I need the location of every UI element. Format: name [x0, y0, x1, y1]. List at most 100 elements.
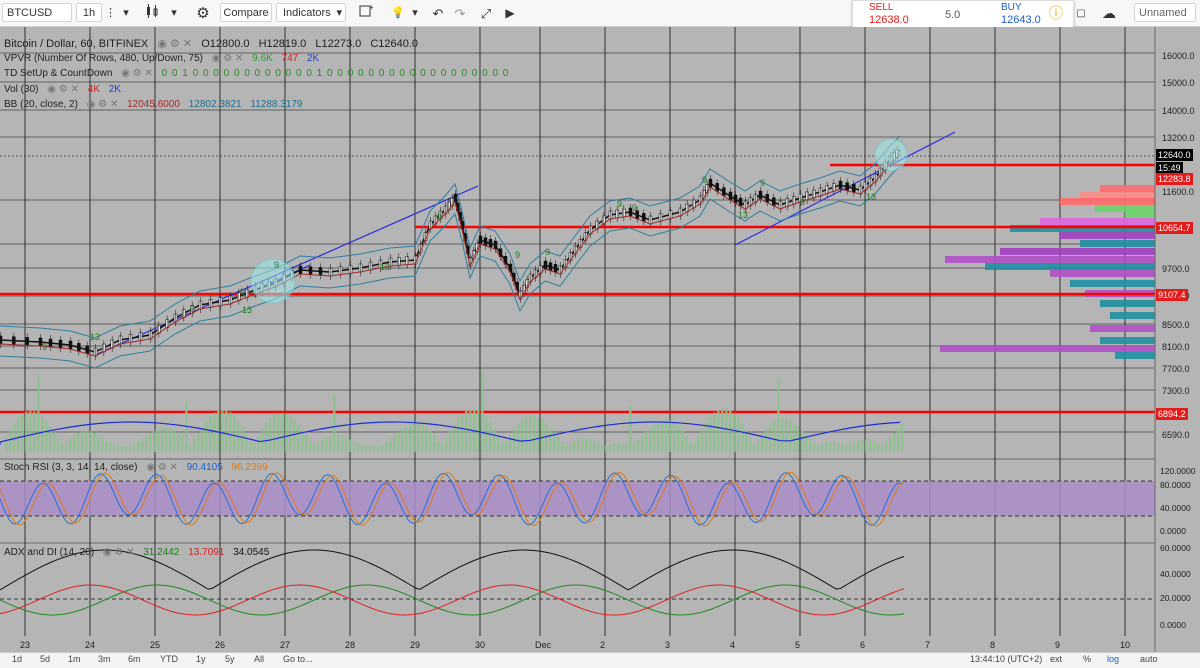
candle-style-icon[interactable]: [142, 3, 162, 22]
td-count-label: 13: [380, 262, 390, 272]
interval-dropdown-icon[interactable]: ▾: [120, 3, 132, 22]
range-1y[interactable]: 1y: [196, 654, 206, 664]
volume-bar: [713, 412, 716, 452]
top-toolbar: BTCUSD 1h ⋮ ▾ ▾ ⚙ Compare Indicators ▾ + …: [0, 0, 1200, 38]
volume-bar: [865, 439, 868, 452]
price-tag-level-3: 9107.4: [1156, 289, 1188, 301]
series-title: Bitcoin / Dollar, 60, BITFINEX: [4, 38, 149, 50]
bb-controls-icon[interactable]: ◉ ⚙ ✕: [87, 99, 119, 110]
indicators-button[interactable]: Indicators ▾: [276, 3, 346, 22]
sell-button[interactable]: 12638.0: [869, 14, 909, 26]
main-series-legend: Bitcoin / Dollar, 60, BITFINEX ◉ ⚙ ✕ O12…: [4, 37, 424, 50]
range-5y[interactable]: 5y: [225, 654, 235, 664]
volume-bar: [773, 420, 776, 452]
volume-bar: [229, 412, 232, 452]
volume-bar: [217, 410, 220, 452]
volume-bar: [597, 442, 600, 452]
ext-toggle[interactable]: ext: [1050, 654, 1062, 664]
compare-button[interactable]: Compare: [220, 3, 272, 22]
volume-bar: [17, 418, 20, 452]
volume-bar: [353, 441, 356, 452]
ideas-dropdown-icon[interactable]: ▾: [410, 3, 420, 22]
vpvr-bar: [1100, 300, 1155, 307]
td-legend: TD SetUp & CountDown ◉ ⚙ ✕ 0 0 1 0 0 0 0…: [4, 68, 515, 79]
chevron-down-icon: ▾: [336, 7, 342, 19]
volume-bar: [661, 420, 664, 452]
volume-bar: [577, 438, 580, 452]
percent-toggle[interactable]: %: [1083, 654, 1091, 664]
volume-bar: [653, 424, 656, 452]
volume-bar: [241, 427, 244, 452]
volume-bar: [461, 414, 464, 452]
volume-bar: [313, 444, 316, 452]
vpvr-controls-icon[interactable]: ◉ ⚙ ✕: [212, 53, 244, 64]
volume-bar: [581, 438, 584, 452]
range-ytd[interactable]: YTD: [160, 654, 178, 664]
auto-toggle[interactable]: auto: [1140, 654, 1158, 664]
goto-button[interactable]: Go to...: [283, 654, 313, 664]
price-axis-label: 13200.0: [1162, 133, 1195, 143]
time-axis-label: 29: [410, 640, 420, 650]
volume-bar: [117, 445, 120, 452]
buy-button[interactable]: 12643.0: [1001, 14, 1041, 26]
range-6m[interactable]: 6m: [128, 654, 141, 664]
symbol-search-input[interactable]: BTCUSD: [2, 3, 72, 22]
range-all[interactable]: All: [254, 654, 264, 664]
volume-bar: [253, 442, 256, 452]
price-axis-label: 7300.0: [1162, 386, 1190, 396]
legend-controls-icon[interactable]: ◉ ⚙ ✕: [157, 38, 192, 50]
td-count-label: 9: [437, 212, 442, 222]
interval-button[interactable]: 1h: [76, 3, 102, 22]
info-icon[interactable]: ⓘ: [1046, 3, 1066, 22]
volume-bar: [337, 434, 340, 452]
trade-panel: SELL 12638.0 5.0 BUY 12643.0: [852, 0, 1074, 30]
td-count-label: 9: [515, 250, 520, 260]
td-count-label: 9: [240, 287, 245, 297]
legend-high: H12819.0: [258, 38, 307, 50]
layout-name-button[interactable]: Unnamed ▾: [1134, 3, 1196, 38]
volume-bar: [41, 416, 44, 452]
volume-bar: [669, 420, 672, 452]
stoch-name: Stoch RSI (3, 3, 14, 14, close): [4, 462, 138, 473]
volume-bar: [257, 435, 260, 452]
fullscreen-icon[interactable]: ⤢: [476, 3, 496, 22]
range-5d[interactable]: 5d: [40, 654, 50, 664]
stoch-controls-icon[interactable]: ◉ ⚙ ✕: [146, 462, 178, 473]
redo-icon[interactable]: ↷: [450, 3, 470, 22]
alert-add-icon[interactable]: +: [356, 3, 378, 22]
volume-bar: [333, 394, 336, 452]
range-1d[interactable]: 1d: [12, 654, 22, 664]
log-toggle[interactable]: log: [1107, 654, 1119, 664]
volume-bar: [145, 436, 148, 452]
vpvr-bar: [1090, 325, 1155, 332]
interval-menu-icon[interactable]: ⋮: [104, 3, 116, 22]
volume-bar: [897, 428, 900, 452]
play-icon[interactable]: ▶: [500, 3, 520, 22]
cloud-icon[interactable]: ☁: [1098, 3, 1120, 22]
volume-bar: [109, 441, 112, 452]
grid-small-icon[interactable]: ▢: [1074, 3, 1088, 22]
style-dropdown-icon[interactable]: ▾: [168, 3, 180, 22]
volume-bar: [401, 428, 404, 452]
undo-icon[interactable]: ↶: [428, 3, 448, 22]
volume-bar: [877, 444, 880, 452]
volume-bar: [813, 443, 816, 452]
volume-bar: [37, 373, 40, 452]
volume-bar: [97, 434, 100, 452]
lightbulb-icon[interactable]: 💡: [388, 3, 408, 22]
range-1m[interactable]: 1m: [68, 654, 81, 664]
volume-bar: [33, 411, 36, 452]
volume-bar: [609, 444, 612, 452]
gear-icon[interactable]: ⚙: [192, 3, 214, 22]
adx-controls-icon[interactable]: ◉ ⚙ ✕: [103, 547, 135, 558]
volume-bar: [321, 439, 324, 452]
chart-canvas[interactable]: 91399139 1399 99 991399 1316000.015000.01400…: [0, 27, 1200, 652]
td-controls-icon[interactable]: ◉ ⚙ ✕: [121, 68, 153, 79]
vol-controls-icon[interactable]: ◉ ⚙ ✕: [47, 84, 79, 95]
vol-legend: Vol (30) ◉ ⚙ ✕ 4K 2K: [4, 84, 127, 95]
range-3m[interactable]: 3m: [98, 654, 111, 664]
adx-v2: 13.7091: [188, 547, 225, 558]
vol-name: Vol (30): [4, 84, 39, 95]
chart-area[interactable]: 9 13 9 9 13 9 13 9 9 9 9 9 9 13 9 9 13 16000.0 15000.0 1400…: [0, 27, 1200, 652]
volume-bar: [25, 411, 28, 452]
